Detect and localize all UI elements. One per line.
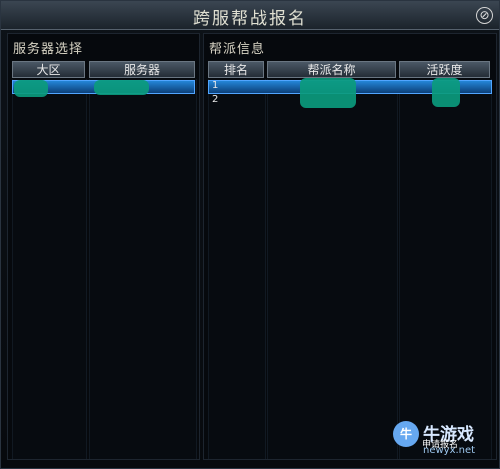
- rank-header[interactable]: 排名: [208, 61, 264, 78]
- watermark-logo-icon: 牛: [393, 421, 419, 447]
- server-header[interactable]: 服务器: [89, 61, 195, 78]
- guild-rank-1: 1: [212, 80, 219, 91]
- server-select-title: 服务器选择: [13, 42, 84, 57]
- region-header[interactable]: 大区: [12, 61, 85, 78]
- cross-server-guild-war-window: 跨服帮战报名 ⊘ 服务器选择 大区 服务器 帮派信息 排名 帮派名称 活跃度 1…: [0, 0, 500, 469]
- region-value-obscured: [14, 80, 48, 97]
- server-column: [89, 79, 197, 459]
- rank-column: [208, 79, 266, 459]
- activity-value-obscured: [432, 78, 460, 107]
- server-value-obscured: [94, 80, 149, 95]
- activity-column: [399, 79, 492, 459]
- window-title: 跨服帮战报名: [193, 9, 307, 29]
- server-select-panel: 服务器选择 大区 服务器: [7, 33, 200, 460]
- close-icon[interactable]: ⊘: [476, 7, 493, 24]
- guild-info-title: 帮派信息: [209, 42, 266, 57]
- guild-name-column: [267, 79, 398, 459]
- guild-name-obscured: [300, 78, 356, 108]
- title-bar: 跨服帮战报名 ⊘: [1, 1, 499, 30]
- guild-name-header[interactable]: 帮派名称: [267, 61, 396, 78]
- guild-info-panel: 帮派信息 排名 帮派名称 活跃度 1 2: [203, 33, 497, 460]
- guild-rank-2: 2: [212, 94, 219, 105]
- activity-header[interactable]: 活跃度: [399, 61, 490, 78]
- region-column: [12, 79, 87, 459]
- apply-signup-button[interactable]: 申请报名: [419, 439, 461, 452]
